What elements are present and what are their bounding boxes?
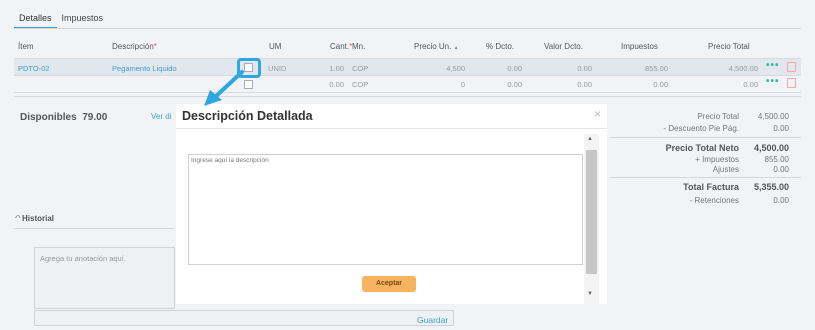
cell-descripcion[interactable]: Pegamento Liquido (112, 64, 177, 73)
more-options-icon[interactable]: ••• (766, 60, 780, 71)
neto-value: 4,500.00 (753, 143, 789, 153)
cell-item[interactable]: PDTO-02 (18, 64, 50, 73)
note-placeholder: Agrega tu anotación aquí. (40, 254, 126, 263)
ver-link[interactable]: Ver di (151, 112, 171, 121)
factura-value: 5,355.00 (753, 182, 789, 192)
cell-mn[interactable]: COP (352, 64, 368, 73)
cell-um[interactable]: UNID (268, 64, 286, 73)
col-cant: Cant.* (330, 42, 353, 51)
pointer-arrow-icon (204, 70, 244, 106)
tab-impuestos[interactable]: Impuestos (57, 11, 109, 29)
scroll-up-icon[interactable]: ▲ (587, 136, 593, 142)
col-precio-total: Precio Total (708, 42, 750, 51)
cell-mn[interactable]: COP (352, 80, 368, 89)
more-options-icon[interactable]: ••• (766, 76, 780, 87)
disponibles: Disponibles 79.00 (20, 112, 108, 123)
tabs-divider (14, 28, 801, 29)
cell-valor-dcto[interactable]: 0.00 (544, 64, 592, 73)
table-row[interactable]: 0.00 COP 0 0.00 0.00 0.00 0.00 ••• (14, 76, 801, 93)
col-dcto: % Dcto. (486, 42, 515, 51)
cell-impuestos: 855.00 (645, 64, 668, 73)
cell-precio-total: 0.00 (743, 80, 758, 89)
col-mn: Mn. (352, 42, 366, 51)
description-textarea[interactable] (188, 154, 583, 265)
modal-divider (176, 128, 607, 129)
totals-divider (610, 137, 801, 138)
col-descripcion: Descripción* (112, 42, 157, 51)
cell-dcto[interactable]: 0.00 (484, 80, 522, 89)
scrollbar-thumb[interactable] (586, 150, 597, 274)
description-placeholder: Ingrese aquí la descripción (191, 157, 269, 164)
neto-label: Precio Total Neto (665, 143, 739, 153)
table-bottom-divider (14, 96, 801, 97)
scroll-down-icon[interactable]: ▼ (587, 291, 593, 297)
tab-detalles[interactable]: Detalles (14, 11, 57, 29)
cell-cant[interactable]: 0.00 (314, 80, 344, 89)
trash-icon[interactable] (787, 78, 796, 88)
chevron-up-icon: ^ (14, 214, 21, 223)
close-icon[interactable]: × (594, 107, 601, 121)
col-impuestos: Impuestos (621, 42, 658, 51)
ajustes-value: 0.00 (773, 165, 789, 174)
table-row[interactable]: PDTO-02 Pegamento Liquido UNID 1.00 COP … (14, 58, 801, 76)
save-button[interactable]: Guardar (417, 315, 448, 325)
descuento-label: - Descuento Pie Pág. (663, 124, 739, 133)
totals-divider (610, 177, 801, 178)
table-header: Ítem Descripción* UM Cant.* Mn. Precio U… (14, 38, 801, 56)
descuento-value: 0.00 (773, 124, 789, 133)
cell-precio-total: 4,500.00 (728, 64, 758, 73)
total-value: 4,500.00 (757, 112, 789, 121)
col-precio-un[interactable]: Precio Un. ▲ (414, 42, 459, 51)
cell-valor-dcto[interactable]: 0.00 (544, 80, 592, 89)
modal-title: Descripción Detallada (182, 109, 313, 123)
cell-precio-un[interactable]: 4,500 (414, 64, 465, 73)
retenciones-value: 0.00 (773, 196, 789, 205)
col-item: Ítem (18, 42, 34, 51)
trash-icon[interactable] (787, 62, 796, 72)
accept-button[interactable]: Aceptar (362, 276, 416, 292)
col-valor-dcto: Valor Dcto. (544, 42, 583, 51)
historial-divider (14, 228, 174, 229)
historial-toggle[interactable]: ^ Historial (14, 214, 54, 223)
cell-precio-un[interactable]: 0 (414, 80, 465, 89)
impuestos-value: 855.00 (764, 155, 789, 164)
cell-dcto[interactable]: 0.00 (484, 64, 522, 73)
note-footer (34, 310, 454, 326)
sort-asc-icon: ▲ (453, 45, 459, 51)
col-um: UM (269, 42, 282, 51)
cell-impuestos: 0.00 (653, 80, 668, 89)
cell-cant[interactable]: 1.00 (314, 64, 344, 73)
tab-bar: Detalles Impuestos (14, 11, 108, 29)
